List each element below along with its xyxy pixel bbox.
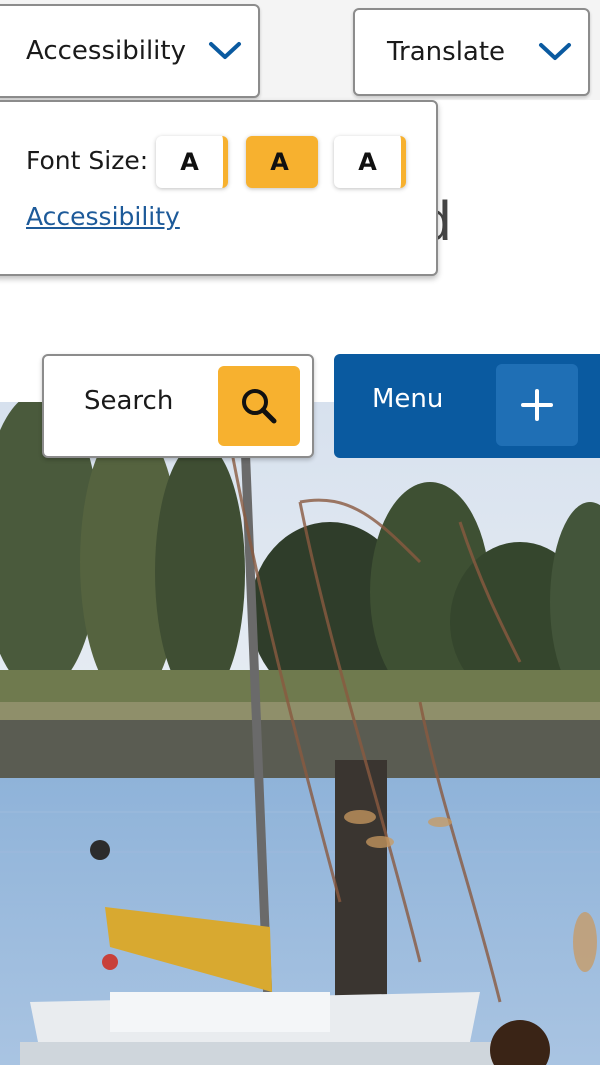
search-icon (242, 389, 277, 424)
font-size-small-button[interactable]: A (156, 136, 228, 188)
search-label: Search (84, 386, 174, 416)
translate-dropdown-button[interactable]: Translate (353, 8, 590, 96)
menu-expand-button[interactable] (496, 364, 578, 446)
plus-icon (521, 389, 553, 421)
font-size-label: Font Size: (26, 146, 149, 175)
font-size-large-button[interactable]: A (334, 136, 406, 188)
chevron-down-icon (539, 43, 571, 60)
menu-button[interactable]: Menu (334, 354, 600, 458)
font-size-medium-button[interactable]: A (246, 136, 318, 188)
accessibility-dropdown-panel: Font Size: A A A Accessibility (0, 100, 438, 276)
hero-image-harbor (0, 402, 600, 1065)
accessibility-link[interactable]: Accessibility (26, 202, 180, 231)
search-box[interactable]: Search (42, 354, 314, 458)
hero-photo (0, 402, 600, 1065)
translate-button-label: Translate (387, 37, 506, 67)
accessibility-button-label: Accessibility (26, 36, 186, 66)
menu-label: Menu (372, 384, 444, 414)
chevron-down-icon (209, 42, 241, 59)
search-button[interactable] (218, 366, 300, 446)
accessibility-dropdown-button[interactable]: Accessibility (0, 4, 260, 98)
